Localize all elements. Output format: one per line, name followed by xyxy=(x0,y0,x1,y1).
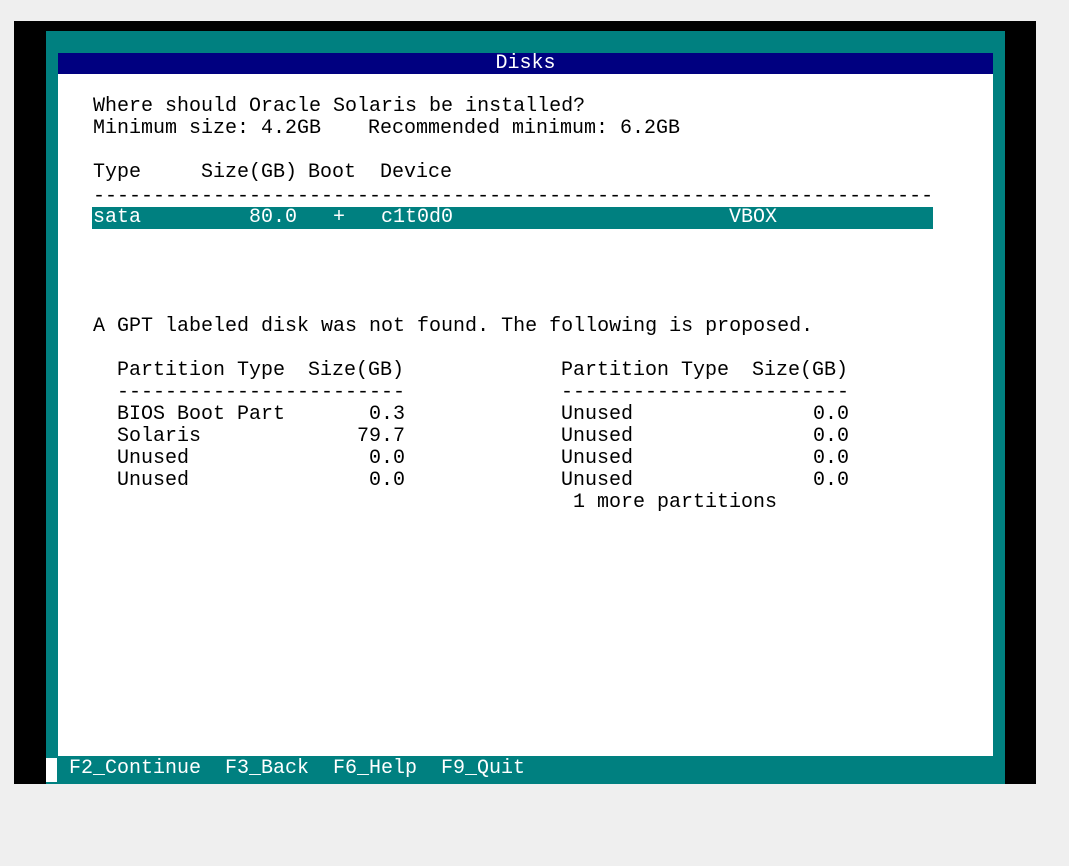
disk-table-rule: ----------------------------------------… xyxy=(93,186,933,208)
left-partition-size[interactable]: 0.0 xyxy=(305,470,405,492)
text-cursor xyxy=(46,758,57,782)
disk-device: c1t0d0 xyxy=(381,206,454,229)
recommended-minimum: Recommended minimum: 6.2GB xyxy=(368,117,681,140)
more-partitions-note: 1 more partitions xyxy=(573,491,778,514)
left-partition-rule: ------------------------ xyxy=(117,382,405,404)
function-key-bar: F2_Continue F3_Back F6_Help F9_Quit xyxy=(46,756,1005,784)
left-partition-type[interactable]: Solaris xyxy=(117,426,201,448)
disk-vendor: VBOX xyxy=(729,206,778,229)
disk-type: sata xyxy=(93,206,142,229)
left-partition-size[interactable]: 79.7 xyxy=(305,426,405,448)
right-partition-type[interactable]: Unused xyxy=(561,426,633,448)
window-title: Disks xyxy=(58,53,993,74)
disk-header-type: Type xyxy=(93,161,142,184)
left-partition-size[interactable]: 0.0 xyxy=(305,448,405,470)
disk-size: 80.0 xyxy=(248,206,297,229)
right-partition-type[interactable]: Unused xyxy=(561,470,633,492)
left-partition-header-size: Size(GB) xyxy=(308,359,405,382)
right-partition-type[interactable]: Unused xyxy=(561,448,633,470)
gpt-proposal-message: A GPT labeled disk was not found. The fo… xyxy=(93,315,814,338)
install-question: Where should Oracle Solaris be installed… xyxy=(93,95,586,118)
right-partition-size[interactable]: 0.0 xyxy=(749,470,849,492)
disk-header-boot: Boot xyxy=(308,161,357,184)
f9-quit-key[interactable]: F9_Quit xyxy=(441,757,525,781)
left-partition-type[interactable]: Unused xyxy=(117,448,189,470)
right-partition-rule: ------------------------ xyxy=(561,382,849,404)
left-partition-header-type: Partition Type xyxy=(117,359,286,382)
f3-back-key[interactable]: F3_Back xyxy=(225,757,309,781)
minimum-size: Minimum size: 4.2GB xyxy=(93,117,322,140)
right-partition-size[interactable]: 0.0 xyxy=(749,426,849,448)
disk-header-size: Size(GB) xyxy=(201,161,298,184)
right-partition-header-size: Size(GB) xyxy=(752,359,849,382)
left-partition-size[interactable]: 0.3 xyxy=(305,404,405,426)
right-partition-type[interactable]: Unused xyxy=(561,404,633,426)
right-partition-size[interactable]: 0.0 xyxy=(749,448,849,470)
right-partition-header-type: Partition Type xyxy=(561,359,730,382)
left-partition-type[interactable]: Unused xyxy=(117,470,189,492)
disk-row-selected[interactable]: sata 80.0 + c1t0d0 VBOX xyxy=(92,207,933,229)
f2-continue-key[interactable]: F2_Continue xyxy=(69,757,201,781)
f6-help-key[interactable]: F6_Help xyxy=(333,757,417,781)
right-partition-size[interactable]: 0.0 xyxy=(749,404,849,426)
disk-header-device: Device xyxy=(380,161,453,184)
left-partition-type[interactable]: BIOS Boot Part xyxy=(117,404,285,426)
disk-boot-marker: + xyxy=(333,206,346,229)
